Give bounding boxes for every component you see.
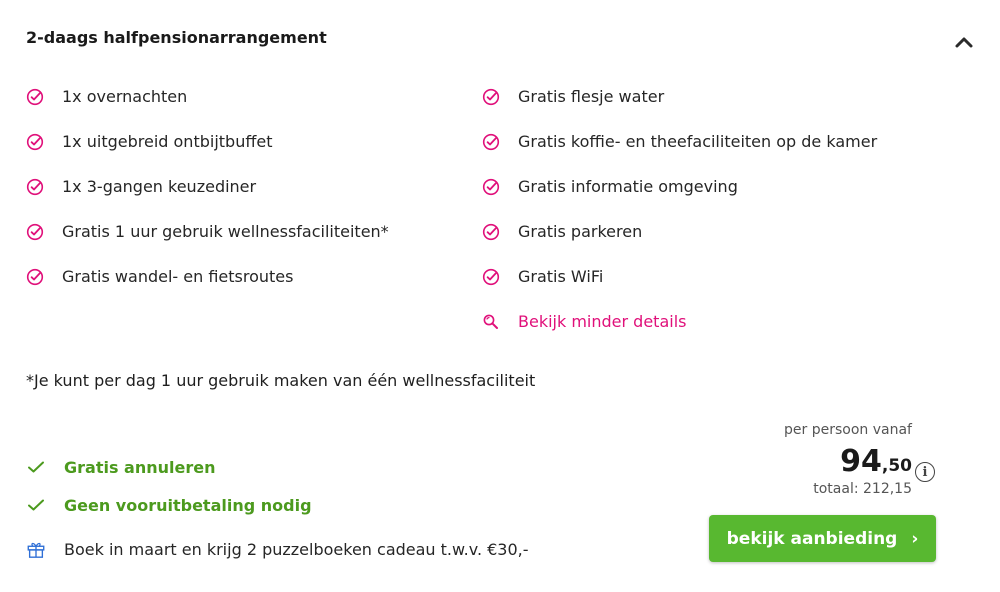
feature-label: 1x 3-gangen keuzediner	[62, 177, 257, 196]
promo-label: Boek in maart en krijg 2 puzzelboeken ca…	[64, 539, 529, 559]
features-column-left: 1x overnachten 1x uitgebreid ontbijtbuff…	[26, 74, 389, 299]
price-decimals: ,50	[881, 456, 912, 476]
chevron-right-icon: ›	[911, 528, 919, 549]
gift-icon	[26, 538, 46, 560]
price-total: totaal: 212,15	[813, 481, 912, 497]
chevron-up-icon	[955, 37, 973, 48]
perk-free-cancel: Gratis annuleren	[26, 448, 529, 486]
price-box: per persoon vanaf 94,50 i totaal: 212,15	[672, 422, 935, 497]
feature-label: Gratis 1 uur gebruik wellnessfaciliteite…	[62, 222, 389, 241]
price-integer: 94	[840, 444, 882, 479]
feature-label: 1x overnachten	[62, 87, 188, 106]
feature-label: Gratis flesje water	[518, 87, 665, 106]
check-circle-icon	[482, 223, 500, 241]
check-circle-icon	[26, 268, 44, 286]
info-icon[interactable]: i	[915, 462, 935, 482]
check-icon	[26, 460, 46, 474]
check-circle-icon	[26, 133, 44, 151]
feature-item: Gratis 1 uur gebruik wellnessfaciliteite…	[26, 209, 389, 254]
wellness-note: *Je kunt per dag 1 uur gebruik maken van…	[26, 371, 536, 390]
check-circle-icon	[26, 178, 44, 196]
check-circle-icon	[482, 268, 500, 286]
feature-item: Gratis wandel- en fietsroutes	[26, 254, 389, 299]
package-title: 2-daags halfpensionarrangement	[26, 28, 327, 47]
feature-label: Gratis koffie- en theefaciliteiten op de…	[518, 132, 878, 151]
feature-item: Gratis koffie- en theefaciliteiten op de…	[482, 119, 877, 164]
view-offer-button[interactable]: bekijk aanbieding ›	[709, 515, 936, 562]
feature-item: 1x uitgebreid ontbijtbuffet	[26, 119, 389, 164]
features-column-right: Gratis flesje water Gratis koffie- en th…	[482, 74, 877, 344]
feature-item: Gratis parkeren	[482, 209, 877, 254]
check-circle-icon	[26, 88, 44, 106]
perk-no-prepay: Geen vooruitbetaling nodig	[26, 486, 529, 524]
feature-item: Gratis flesje water	[482, 74, 877, 119]
perks-list: Gratis annuleren Geen vooruitbetaling no…	[26, 448, 529, 568]
feature-label: 1x uitgebreid ontbijtbuffet	[62, 132, 273, 151]
feature-label: Gratis informatie omgeving	[518, 177, 738, 196]
toggle-details-label[interactable]: Bekijk minder details	[518, 312, 686, 331]
feature-item: Gratis WiFi	[482, 254, 877, 299]
magnifier-icon	[482, 313, 500, 331]
perk-promo: Boek in maart en krijg 2 puzzelboeken ca…	[26, 530, 529, 568]
feature-item: 1x overnachten	[26, 74, 389, 119]
price-amount: 94,50 i	[672, 444, 935, 482]
feature-label: Gratis parkeren	[518, 222, 643, 241]
feature-label: Gratis wandel- en fietsroutes	[62, 267, 294, 286]
check-circle-icon	[482, 133, 500, 151]
check-icon	[26, 498, 46, 512]
per-person-label: per persoon vanaf	[784, 422, 912, 438]
view-offer-label: bekijk aanbieding	[726, 528, 898, 549]
feature-item: Gratis informatie omgeving	[482, 164, 877, 209]
perk-label: Gratis annuleren	[64, 457, 216, 477]
check-circle-icon	[482, 88, 500, 106]
feature-label: Gratis WiFi	[518, 267, 604, 286]
check-circle-icon	[26, 223, 44, 241]
feature-item: 1x 3-gangen keuzediner	[26, 164, 389, 209]
toggle-details-link[interactable]: Bekijk minder details	[482, 299, 877, 344]
collapse-button[interactable]	[952, 30, 976, 54]
check-circle-icon	[482, 178, 500, 196]
perk-label: Geen vooruitbetaling nodig	[64, 495, 312, 515]
